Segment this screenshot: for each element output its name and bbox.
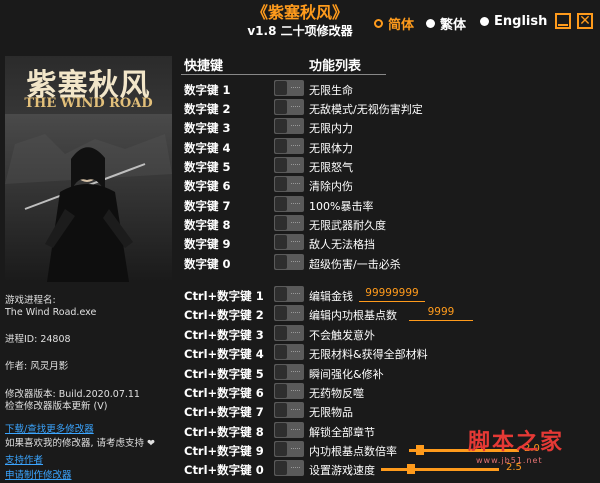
function-label: 编辑金钱	[309, 290, 353, 303]
hotkey-label: 数字键 8	[184, 218, 231, 232]
hotkey-label: Ctrl+数字键 5	[184, 367, 264, 381]
function-label: 无限体力	[309, 142, 353, 155]
hotkey-label: 数字键 0	[184, 257, 231, 271]
process-value: The Wind Road.exe	[5, 307, 97, 318]
function-label: 超级伤害/一击必杀	[309, 258, 401, 271]
lang-label-traditional: 繁体	[440, 18, 467, 33]
function-label: 清除内伤	[309, 180, 353, 193]
support-author-link[interactable]: 支持作者	[5, 455, 175, 467]
hotkey-label: 数字键 7	[184, 199, 231, 213]
hotkey-label: Ctrl+数字键 4	[184, 347, 264, 361]
toggle-switch[interactable]	[274, 80, 304, 96]
lang-label-simplified: 简体	[388, 18, 415, 33]
request-trainer-link[interactable]: 申请制作修改器	[5, 470, 175, 482]
cover-title-en: THE WIND ROAD	[24, 96, 153, 111]
warrior-figure-icon	[5, 114, 172, 282]
hotkey-label: 数字键 9	[184, 237, 231, 251]
toggle-switch[interactable]	[274, 305, 304, 321]
hotkey-label: Ctrl+数字键 9	[184, 444, 264, 458]
watermark-url: www.jb51.net	[476, 456, 543, 465]
hotkey-label: 数字键 5	[184, 160, 231, 174]
radio-selected-icon	[374, 19, 383, 28]
function-label: 内功根基点数倍率	[309, 445, 397, 458]
hotkey-column-header: 快捷键	[184, 59, 224, 74]
toggle-switch[interactable]	[274, 157, 304, 173]
hotkey-label: 数字键 2	[184, 102, 231, 116]
function-label: 无限内力	[309, 122, 353, 135]
cheat-row: Ctrl+数字键 2 编辑内功根基点数 9999	[181, 305, 501, 324]
function-label: 瞬间强化&修补	[309, 368, 384, 381]
function-label: 编辑内功根基点数	[309, 309, 397, 322]
hotkey-label: Ctrl+数字键 6	[184, 386, 264, 400]
toggle-switch[interactable]	[274, 215, 304, 231]
toggle-switch[interactable]	[274, 176, 304, 192]
version-text: 修改器版本: Build.2020.07.11	[5, 389, 140, 400]
toggle-switch[interactable]	[274, 286, 304, 302]
function-label: 敌人无法格挡	[309, 238, 375, 251]
function-label: 无限怒气	[309, 161, 353, 174]
toggle-switch[interactable]	[274, 460, 304, 476]
function-label: 100%暴击率	[309, 200, 374, 213]
toggle-switch[interactable]	[274, 196, 304, 212]
lang-option-simplified[interactable]: 简体	[374, 14, 414, 33]
toggle-switch[interactable]	[274, 138, 304, 154]
toggle-switch[interactable]	[274, 402, 304, 418]
radio-icon	[426, 19, 435, 28]
function-label: 无限武器耐久度	[309, 219, 386, 232]
game-cover-image: 紫塞秋风 THE WIND ROAD	[5, 56, 172, 282]
hotkey-label: Ctrl+数字键 7	[184, 405, 264, 419]
function-label: 无限生命	[309, 84, 353, 97]
hotkey-label: 数字键 3	[184, 121, 231, 135]
game-speed-slider[interactable]	[381, 464, 499, 474]
hotkey-label: 数字键 4	[184, 141, 231, 155]
toggle-switch[interactable]	[274, 254, 304, 270]
toggle-switch[interactable]	[274, 441, 304, 457]
money-value-input[interactable]: 99999999	[359, 286, 425, 302]
check-update-link[interactable]: 检查修改器版本更新 (V)	[5, 401, 175, 413]
cheat-row: Ctrl+数字键 1 编辑金钱 99999999	[181, 286, 501, 305]
toggle-switch[interactable]	[274, 118, 304, 134]
slider-knob[interactable]	[406, 464, 415, 474]
hotkey-label: Ctrl+数字键 2	[184, 308, 264, 322]
lang-option-english[interactable]: English	[480, 14, 547, 29]
toggle-switch[interactable]	[274, 325, 304, 341]
lang-option-traditional[interactable]: 繁体	[426, 14, 466, 33]
close-button[interactable]: ✕	[577, 13, 593, 29]
hotkey-label: Ctrl+数字键 8	[184, 425, 264, 439]
author-text: 作者: 风灵月影	[5, 361, 69, 372]
toggle-switch[interactable]	[274, 234, 304, 250]
function-label: 无限物品	[309, 406, 353, 419]
hotkey-label: Ctrl+数字键 0	[184, 463, 264, 477]
hotkey-label: Ctrl+数字键 3	[184, 328, 264, 342]
toggle-switch[interactable]	[274, 364, 304, 380]
toggle-switch[interactable]	[274, 383, 304, 399]
function-label: 无药物反噬	[309, 387, 364, 400]
minimize-button[interactable]	[555, 13, 571, 29]
function-label: 设置游戏速度	[309, 464, 375, 477]
function-label: 不会触发意外	[309, 329, 375, 342]
toggle-switch[interactable]	[274, 99, 304, 115]
toggle-switch[interactable]	[274, 422, 304, 438]
function-label: 无限材料&获得全部材料	[309, 348, 428, 361]
lang-label-english: English	[494, 14, 548, 29]
process-label: 游戏进程名:	[5, 295, 56, 306]
function-label: 解锁全部章节	[309, 426, 375, 439]
radio-icon	[480, 17, 489, 26]
function-column-header: 功能列表	[309, 59, 362, 74]
watermark: 脚本之家 www.jb51.net	[468, 424, 564, 465]
hotkey-label: Ctrl+数字键 1	[184, 289, 264, 303]
toggle-switch[interactable]	[274, 344, 304, 360]
points-value-input[interactable]: 9999	[409, 305, 473, 321]
function-label: 无敌模式/无视伤害判定	[309, 103, 423, 116]
slider-knob[interactable]	[416, 445, 424, 455]
header-divider	[181, 74, 386, 75]
hotkey-label: 数字键 6	[184, 179, 231, 193]
process-id: 进程ID: 24808	[5, 334, 71, 345]
hotkey-label: 数字键 1	[184, 83, 231, 97]
download-more-link[interactable]: 下载/查找更多修改器	[5, 424, 175, 436]
watermark-text: 脚本之家	[468, 429, 565, 455]
support-text: 如果喜欢我的修改器, 请考虑支持 ❤	[5, 438, 156, 449]
